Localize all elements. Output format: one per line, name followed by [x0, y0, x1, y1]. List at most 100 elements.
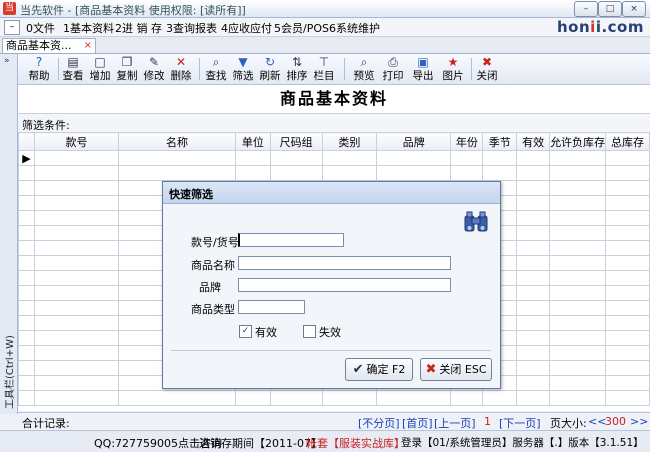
table-cell[interactable] — [269, 390, 323, 406]
table-cell[interactable] — [33, 240, 120, 256]
table-cell[interactable] — [605, 330, 650, 346]
table-cell[interactable] — [549, 360, 607, 376]
table-cell[interactable] — [605, 225, 650, 241]
table-cell[interactable] — [516, 330, 551, 346]
table-cell[interactable] — [321, 165, 378, 181]
table-cell[interactable] — [516, 165, 551, 181]
confirm-button[interactable]: ✔ 确定 F2 — [345, 358, 413, 381]
table-cell[interactable] — [321, 150, 378, 166]
table-cell[interactable] — [33, 195, 120, 211]
table-cell[interactable] — [118, 150, 236, 166]
menu-receivables[interactable]: 4应收应付 — [221, 20, 272, 36]
expand-arrow-icon[interactable]: » — [4, 56, 10, 66]
table-cell[interactable] — [118, 165, 236, 181]
table-cell[interactable] — [549, 390, 607, 406]
table-cell[interactable] — [549, 240, 607, 256]
column-header-code[interactable]: 款号 — [33, 132, 120, 151]
table-cell[interactable] — [33, 375, 120, 391]
table-cell[interactable] — [482, 390, 518, 406]
table-cell[interactable] — [549, 375, 607, 391]
menu-reports[interactable]: 3查询报表 — [166, 20, 217, 36]
table-cell[interactable] — [605, 300, 650, 316]
table-cell[interactable] — [234, 165, 271, 181]
table-cell[interactable] — [450, 150, 484, 166]
table-cell[interactable] — [33, 225, 120, 241]
table-cell[interactable] — [269, 150, 323, 166]
table-cell[interactable] — [549, 195, 607, 211]
table-cell[interactable] — [605, 345, 650, 361]
no-paging-link[interactable]: [不分页] — [358, 415, 400, 431]
table-cell[interactable] — [33, 165, 120, 181]
table-cell[interactable] — [376, 165, 452, 181]
first-page-link[interactable]: [首页] — [402, 415, 433, 431]
picture-button[interactable]: ★ 图片 — [440, 55, 466, 83]
table-cell[interactable] — [605, 150, 650, 166]
restore-button[interactable]: □ — [598, 1, 622, 17]
table-cell[interactable] — [549, 330, 607, 346]
close-window-button[interactable]: × — [622, 1, 646, 17]
invalid-checkbox[interactable] — [303, 325, 316, 338]
tab-close-icon[interactable]: × — [84, 39, 92, 53]
menu-basic-data[interactable]: 1基本资料 — [63, 20, 114, 36]
column-header-year[interactable]: 年份 — [450, 132, 484, 151]
table-cell[interactable] — [376, 150, 452, 166]
table-cell[interactable] — [33, 390, 120, 406]
table-cell[interactable] — [516, 180, 551, 196]
table-cell[interactable] — [33, 300, 120, 316]
table-row[interactable] — [18, 165, 650, 181]
table-cell[interactable] — [549, 225, 607, 241]
close-button[interactable]: ✖ 关闭 — [474, 55, 500, 83]
table-cell[interactable] — [33, 255, 120, 271]
menu-file[interactable]: 0文件 — [26, 20, 55, 36]
table-cell[interactable] — [33, 210, 120, 226]
table-cell[interactable] — [516, 315, 551, 331]
table-cell[interactable] — [516, 195, 551, 211]
table-cell[interactable] — [516, 255, 551, 271]
table-cell[interactable] — [605, 180, 650, 196]
table-cell[interactable] — [605, 285, 650, 301]
table-cell[interactable] — [321, 390, 378, 406]
column-header-season[interactable]: 季节 — [482, 132, 518, 151]
column-header-unit[interactable]: 单位 — [234, 132, 271, 151]
code-input[interactable] — [238, 233, 344, 247]
table-cell[interactable] — [234, 390, 271, 406]
menu-member-pos[interactable]: 5会员/POS — [274, 20, 329, 36]
table-cell[interactable] — [33, 285, 120, 301]
column-header-category[interactable]: 类别 — [321, 132, 378, 151]
table-cell[interactable] — [549, 150, 607, 166]
table-cell[interactable] — [118, 390, 236, 406]
next-page-link[interactable]: [下一页] — [499, 415, 541, 431]
table-cell[interactable] — [33, 315, 120, 331]
table-cell[interactable] — [33, 150, 120, 166]
valid-checkbox[interactable]: ✓ — [239, 325, 252, 338]
table-cell[interactable] — [549, 210, 607, 226]
table-cell[interactable] — [450, 165, 484, 181]
table-cell[interactable] — [605, 390, 650, 406]
table-cell[interactable] — [605, 360, 650, 376]
product-name-input[interactable] — [238, 256, 451, 270]
brand-input[interactable] — [238, 278, 451, 292]
column-header-brand[interactable]: 品牌 — [376, 132, 452, 151]
table-cell[interactable] — [549, 180, 607, 196]
table-cell[interactable] — [549, 255, 607, 271]
table-cell[interactable] — [549, 270, 607, 286]
table-cell[interactable] — [516, 225, 551, 241]
table-cell[interactable] — [516, 300, 551, 316]
table-cell[interactable] — [33, 270, 120, 286]
table-row[interactable]: ▶ — [18, 150, 650, 166]
table-cell[interactable] — [33, 360, 120, 376]
table-cell[interactable] — [605, 315, 650, 331]
table-cell[interactable] — [516, 285, 551, 301]
table-cell[interactable] — [33, 330, 120, 346]
table-cell[interactable] — [605, 375, 650, 391]
menu-inventory[interactable]: 2进 销 存 — [115, 20, 162, 36]
table-cell[interactable] — [376, 390, 452, 406]
table-cell[interactable] — [605, 240, 650, 256]
column-header-size-group[interactable]: 尺码组 — [269, 132, 323, 151]
table-cell[interactable] — [482, 150, 518, 166]
preview-button[interactable]: ⌕ 预览 — [351, 55, 377, 83]
table-cell[interactable] — [516, 240, 551, 256]
export-button[interactable]: ▣ 导出 — [410, 55, 436, 83]
toolbar-side-strip[interactable]: » 工具栏(Ctrl+W) — [0, 54, 18, 414]
table-cell[interactable] — [605, 255, 650, 271]
